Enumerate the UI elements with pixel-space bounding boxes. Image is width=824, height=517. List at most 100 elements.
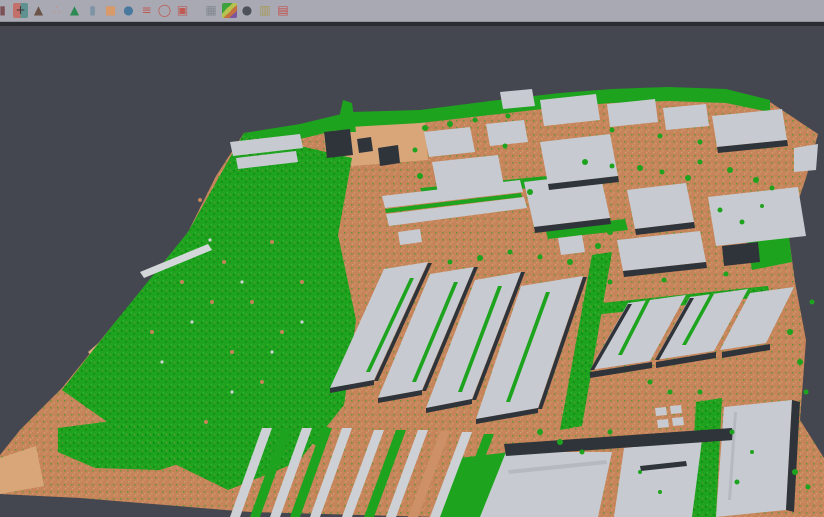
toolbar-icon-checker[interactable]: ▦: [204, 3, 219, 18]
tree-dots-shape: [698, 140, 703, 145]
ground-dots-shape: [150, 330, 154, 334]
tree-dots-shape: [685, 175, 691, 181]
tree-dots-shape: [658, 134, 663, 139]
tree-dots-shape: [662, 278, 667, 283]
tree-dots-shape: [527, 189, 533, 195]
light-dots-shape: [230, 390, 233, 393]
tree-dots-shape: [730, 430, 735, 435]
tree-dots-shape: [503, 144, 508, 149]
tree-dots-shape: [806, 485, 811, 490]
tree-dots-shape: [770, 186, 775, 191]
toolbar-icon-red-circle[interactable]: ◯: [157, 3, 172, 18]
tree-dots-shape: [608, 280, 613, 285]
toolbar-icon-green-hill[interactable]: ▲: [67, 3, 82, 18]
shadows-shape: [378, 145, 400, 166]
tree-dots-shape: [508, 250, 513, 255]
toolbar-icon-orange-box[interactable]: ■: [103, 3, 118, 18]
tree-dots-shape: [727, 167, 733, 173]
tree-dots-shape: [580, 450, 585, 455]
tree-dots-shape: [804, 390, 809, 395]
tree-dots-shape: [610, 128, 615, 133]
tree-dots-shape: [810, 300, 815, 305]
tree-dots-shape: [760, 204, 764, 208]
tree-dots-shape: [668, 390, 673, 395]
buildings-shape: [657, 419, 669, 428]
tree-dots-shape: [658, 490, 662, 494]
toolbar-icon-clipped-left-edge[interactable]: ▮: [0, 3, 10, 18]
ground-dots-shape: [260, 380, 264, 384]
tree-dots-shape: [698, 390, 703, 395]
tree-dots-shape: [797, 359, 803, 365]
tree-dots-shape: [648, 380, 653, 385]
tree-dots-shape: [608, 430, 613, 435]
toolbar-icon-red-stripes[interactable]: ▤: [276, 3, 291, 18]
tree-dots-shape: [477, 255, 483, 261]
light-dots-shape: [240, 280, 243, 283]
buildings-shape: [500, 89, 535, 109]
toolbar-icon-dark-sphere[interactable]: ●: [240, 3, 255, 18]
tree-dots-shape: [698, 160, 703, 165]
tree-dots-shape: [448, 260, 453, 265]
tree-dots-shape: [638, 470, 642, 474]
ground-dots-shape: [198, 198, 202, 202]
point-cloud-scene: [0, 26, 824, 517]
tree-dots-shape: [610, 164, 615, 169]
toolbar-icon-yellow-tag[interactable]: ▥: [258, 3, 273, 18]
ground-dots-shape: [270, 240, 274, 244]
toolbar-icon-classification-colors[interactable]: [222, 3, 237, 18]
tree-dots-shape: [447, 121, 453, 127]
ground-dots-shape: [222, 260, 226, 264]
application-window: ▮+▲∴▲▮■●≡◯▣▦●▥▤: [0, 0, 824, 517]
buildings-shape: [672, 417, 684, 426]
buildings-shape: [794, 144, 818, 172]
toolbar-icon-align-pair[interactable]: +: [13, 3, 28, 18]
toolbar-icon-red-list[interactable]: ≡: [139, 3, 154, 18]
ground-dots-shape: [300, 280, 304, 284]
tree-dots-shape: [595, 243, 601, 249]
tree-dots-shape: [607, 229, 613, 235]
buildings-shape: [558, 235, 585, 255]
tree-dots-shape: [750, 450, 754, 454]
shadows-shape: [324, 129, 353, 158]
tree-dots-shape: [660, 170, 665, 175]
tree-dots-shape: [637, 165, 643, 171]
buildings-shape: [716, 400, 792, 517]
toolbar-icon-mesh-terrain[interactable]: ▲: [31, 3, 46, 18]
shadows-shape: [722, 242, 760, 266]
tree-dots-shape: [538, 255, 543, 260]
tree-dots-shape: [557, 439, 563, 445]
shadows-shape: [357, 137, 373, 153]
light-dots-shape: [208, 238, 211, 241]
tree-dots-shape: [506, 114, 511, 119]
toolbar-icon-selection-brackets[interactable]: ▣: [175, 3, 190, 18]
toolbar-icon-globe[interactable]: ●: [121, 3, 136, 18]
tree-dots-shape: [422, 125, 428, 131]
buildings-shape: [663, 104, 709, 130]
light-dots-shape: [300, 320, 303, 323]
ground-dots-shape: [280, 330, 284, 334]
toolbar-icon-blue-column[interactable]: ▮: [85, 3, 100, 18]
tree-dots-shape: [792, 469, 798, 475]
3d-viewport[interactable]: [0, 26, 824, 517]
ground-dots-shape: [204, 420, 208, 424]
tree-dots-shape: [740, 220, 745, 225]
tree-dots-shape: [537, 429, 543, 435]
ground-dots-shape: [230, 350, 234, 354]
tree-dots-shape: [473, 118, 478, 123]
tree-dots-shape: [787, 329, 793, 335]
tree-dots-shape: [718, 208, 723, 213]
buildings-shape: [655, 407, 667, 416]
toolbar-icon-points-cloud[interactable]: ∴: [49, 3, 64, 18]
toolbar: ▮+▲∴▲▮■●≡◯▣▦●▥▤: [0, 0, 824, 22]
buildings-shape: [486, 120, 528, 146]
light-dots-shape: [190, 320, 193, 323]
light-dots-shape: [160, 360, 163, 363]
light-dots-shape: [270, 350, 273, 353]
ground-dots-shape: [250, 300, 254, 304]
tree-dots-shape: [753, 177, 759, 183]
tree-dots-shape: [413, 148, 418, 153]
buildings-shape: [708, 187, 806, 246]
tree-dots-shape: [417, 173, 423, 179]
tree-dots-shape: [724, 272, 729, 277]
tree-dots-shape: [735, 480, 740, 485]
